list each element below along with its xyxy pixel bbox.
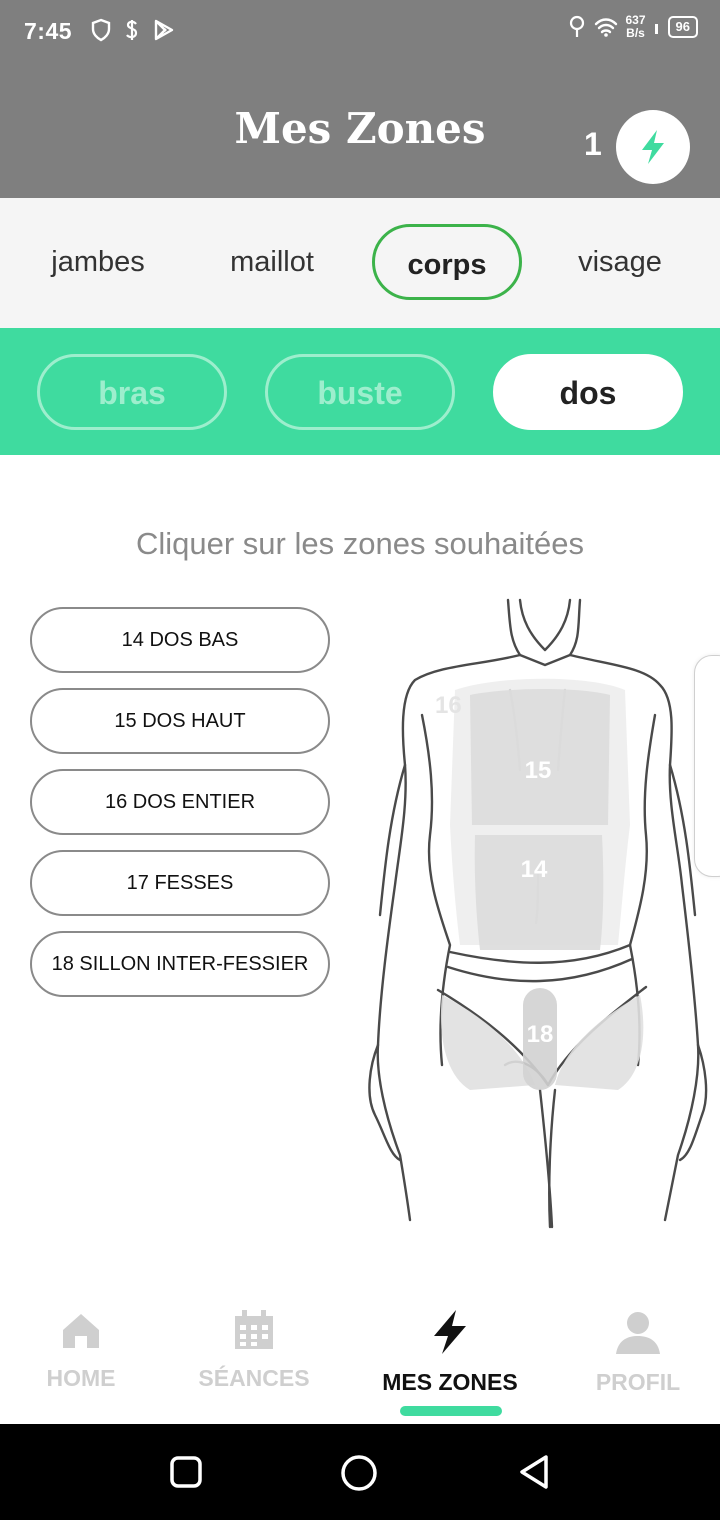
nav-home[interactable]: HOME (0, 1308, 171, 1392)
back-icon[interactable] (516, 1454, 552, 1490)
zone-counter: 1 (584, 126, 602, 162)
network-speed: 637 B/s (625, 13, 646, 40)
profile-icon (616, 1312, 660, 1354)
status-time: 7:45 (24, 18, 73, 44)
dollar-icon (126, 20, 138, 40)
location-icon (569, 15, 584, 37)
bottom-navigation: HOME SÉANCES MES ZONES PROFIL (0, 1290, 720, 1424)
tab-corps[interactable]: corps (372, 224, 522, 300)
play-store-icon (154, 19, 174, 41)
subtab-buste[interactable]: buste (265, 354, 455, 430)
zone-button-15[interactable]: 15 DOS HAUT (30, 688, 330, 754)
zone-button-17[interactable]: 17 FESSES (30, 850, 330, 916)
signal-icon (654, 24, 658, 34)
zone-button-18[interactable]: 18 SILLON INTER-FESSIER (30, 931, 330, 997)
home-icon (63, 1314, 99, 1348)
wifi-icon (594, 18, 617, 37)
active-tab-indicator (400, 1406, 502, 1416)
tab-visage[interactable]: visage (540, 224, 700, 300)
nav-profil[interactable]: PROFIL (548, 1308, 720, 1396)
nav-mes-zones[interactable]: MES ZONES (360, 1308, 540, 1396)
nav-mes-zones-label: MES ZONES (382, 1369, 518, 1395)
lightning-button[interactable] (616, 110, 690, 184)
battery-indicator: 96 (667, 16, 698, 38)
shield-icon (91, 18, 111, 42)
figure-label-18: 18 (527, 1021, 554, 1048)
nav-home-label: HOME (46, 1365, 116, 1391)
system-navigation-bar (0, 1424, 720, 1520)
figure-label-15: 15 (525, 757, 552, 784)
subtab-bras[interactable]: bras (37, 354, 227, 430)
nav-seances[interactable]: SÉANCES (164, 1308, 344, 1392)
figure-label-17: 17 (484, 989, 511, 1016)
zone-button-16[interactable]: 16 DOS ENTIER (30, 769, 330, 835)
subtab-dos[interactable]: dos (493, 354, 683, 430)
tab-jambes[interactable]: jambes (18, 224, 178, 300)
calendar-icon (235, 1310, 273, 1349)
body-back-figure[interactable]: 16 15 14 17 18 (360, 595, 720, 1235)
figure-label-14: 14 (521, 856, 548, 883)
side-panel-handle[interactable] (694, 655, 720, 877)
home-circle-icon[interactable] (340, 1454, 378, 1492)
recents-icon[interactable] (170, 1456, 202, 1488)
lightning-icon (434, 1310, 466, 1354)
app-header: 7:45 637 B/s 96 Mes Zones 1 (0, 0, 720, 198)
instruction-text: Cliquer sur les zones souhaitées (135, 526, 585, 561)
status-bar: 7:45 637 B/s 96 (0, 0, 720, 64)
subcategory-tabs: bras buste dos (0, 328, 720, 455)
page-title: Mes Zones (234, 104, 486, 153)
nav-profil-label: PROFIL (595, 1369, 681, 1395)
lightning-icon (642, 130, 664, 164)
zone-button-14[interactable]: 14 DOS BAS (30, 607, 330, 673)
category-tabs: jambes maillot corps visage (0, 198, 720, 328)
nav-seances-label: SÉANCES (198, 1365, 310, 1391)
tab-maillot[interactable]: maillot (192, 224, 352, 300)
figure-label-16: 16 (435, 692, 462, 719)
